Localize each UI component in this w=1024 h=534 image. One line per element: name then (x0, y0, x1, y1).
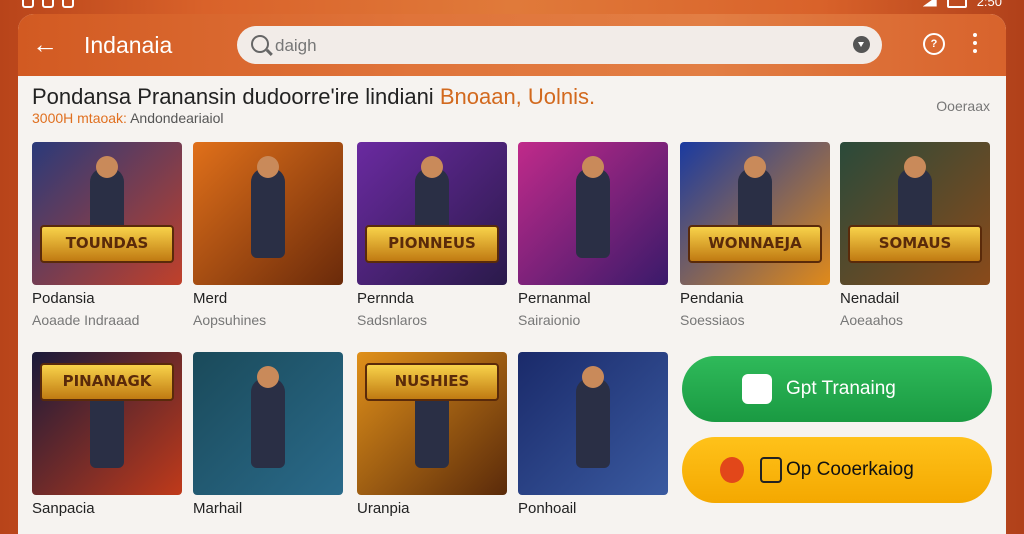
see-more-link[interactable]: Ooeraax (936, 98, 990, 114)
game-subtitle: Aoaade Indraaad (32, 312, 140, 328)
help-icon[interactable]: ? (923, 33, 945, 55)
game-tile[interactable]: SOMAUS Nenadail Aoeaahos (840, 142, 990, 328)
game-title: Uranpia (357, 500, 410, 517)
game-logo: NUSHIES (365, 363, 499, 402)
game-thumbnail[interactable]: NUSHIES (357, 352, 507, 495)
app-bar: ← Indanaia daigh ? (18, 14, 1006, 76)
secondary-action-button[interactable]: Op Cooerkaiog (682, 437, 992, 503)
game-thumbnail[interactable]: WONNAEJA (680, 142, 830, 285)
game-thumbnail[interactable] (518, 352, 668, 495)
game-title: Pendania (680, 290, 744, 307)
game-tile[interactable]: Merd Aopsuhines (193, 142, 343, 328)
game-thumbnail[interactable] (193, 352, 343, 495)
more-options-icon[interactable] (973, 33, 979, 57)
character-figure (576, 167, 610, 258)
game-tile[interactable]: TOUNDAS Podansia Aoaade Indraaad (32, 142, 182, 328)
main-card: ← Indanaia daigh ? Pondansa Pranansin du… (18, 14, 1006, 534)
game-tile[interactable]: WONNAEJA Pendania Soessiaos (680, 142, 830, 328)
game-subtitle: Sairaionio (518, 312, 581, 328)
game-logo: WONNAEJA (688, 224, 822, 263)
game-logo: PINANAGK (40, 363, 174, 402)
primary-action-button[interactable]: Gpt Tranaing (682, 356, 992, 422)
game-thumbnail[interactable]: PINANAGK (32, 352, 182, 495)
search-icon (251, 35, 269, 53)
search-bar[interactable]: daigh (237, 26, 882, 64)
game-tile[interactable]: Ponhoail (518, 352, 668, 517)
game-subtitle: Aoeaahos (840, 312, 904, 328)
back-arrow-icon[interactable]: ← (32, 31, 58, 57)
dropdown-icon[interactable] (853, 36, 870, 53)
status-bar: 2:50 (0, 0, 1024, 14)
section-subline: 3000H mtaoak: Andondeariaiol (32, 110, 223, 126)
search-input[interactable]: daigh (275, 36, 317, 56)
game-logo: TOUNDAS (40, 224, 174, 263)
primary-button-label: Gpt Tranaing (786, 378, 896, 399)
notification-icon (42, 0, 54, 8)
game-title: Podansia (32, 290, 95, 307)
secondary-button-label: Op Cooerkaiog (786, 459, 914, 480)
game-title: Ponhoail (518, 500, 577, 517)
device-icon (760, 457, 782, 483)
notification-icon (62, 0, 74, 8)
game-title: Merd (193, 290, 228, 307)
status-time: 2:50 (976, 0, 1002, 9)
subline-highlight: 3000H mtaoak: (32, 110, 127, 126)
game-thumbnail[interactable]: PIONNEUS (357, 142, 507, 285)
character-figure (251, 167, 285, 258)
headline-highlight: Bnoaan, Uolnis. (439, 84, 596, 109)
flame-icon (720, 457, 744, 483)
game-logo: PIONNEUS (365, 224, 499, 263)
app-title: Indanaia (84, 32, 173, 58)
game-title: Nenadail (840, 290, 900, 307)
game-title: Pernanmal (518, 290, 591, 307)
character-figure (576, 377, 610, 468)
section-headline: Pondansa Pranansin dudoorre'ire lindiani… (32, 84, 595, 110)
notification-icon (22, 0, 34, 8)
gift-icon (742, 374, 772, 404)
game-subtitle: Sadsnlaros (357, 312, 428, 328)
game-tile[interactable]: Pernanmal Sairaionio (518, 142, 668, 328)
subline-text: Andondeariaiol (130, 110, 224, 126)
game-title: Pernnda (357, 290, 414, 307)
game-thumbnail[interactable]: SOMAUS (840, 142, 990, 285)
game-tile[interactable]: PINANAGK Sanpacia (32, 352, 182, 517)
game-tile[interactable]: PIONNEUS Pernnda Sadsnlaros (357, 142, 507, 328)
signal-icon (922, 0, 937, 7)
battery-icon (946, 0, 967, 8)
game-subtitle: Aopsuhines (193, 312, 267, 328)
game-thumbnail[interactable] (518, 142, 668, 285)
game-tile[interactable]: NUSHIES Uranpia (357, 352, 507, 517)
game-subtitle: Soessiaos (680, 312, 745, 328)
game-thumbnail[interactable] (193, 142, 343, 285)
game-thumbnail[interactable]: TOUNDAS (32, 142, 182, 285)
game-tile[interactable]: Marhail (193, 352, 343, 517)
game-title: Marhail (193, 500, 243, 517)
character-figure (251, 377, 285, 468)
headline-text: Pondansa Pranansin dudoorre'ire lindiani (32, 84, 434, 109)
game-logo: SOMAUS (848, 224, 982, 263)
game-title: Sanpacia (32, 500, 95, 517)
